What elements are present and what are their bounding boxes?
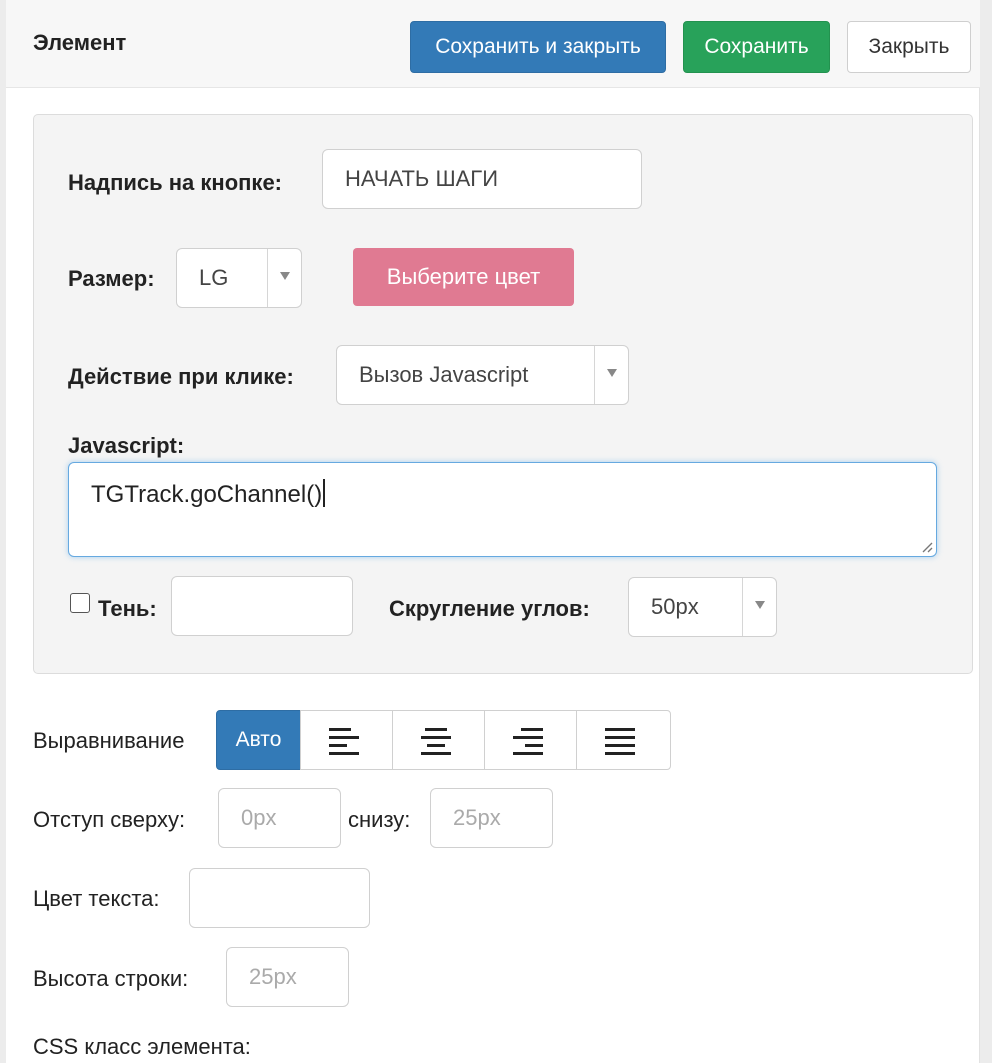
- margin-bottom-label: снизу:: [348, 807, 411, 832]
- element-editor-panel: Элемент Сохранить и закрыть Сохранить За…: [6, 0, 980, 1063]
- corner-radius-select[interactable]: 50px: [628, 577, 777, 637]
- align-center-icon: [421, 728, 451, 755]
- size-label: Размер:: [68, 266, 155, 291]
- resize-handle-icon[interactable]: [921, 541, 933, 553]
- click-action-select-value: Вызов Javascript: [359, 362, 529, 387]
- chevron-down-icon: [594, 346, 628, 404]
- choose-color-button[interactable]: Выберите цвет: [353, 248, 574, 306]
- button-text-input[interactable]: НАЧАТЬ ШАГИ: [322, 149, 642, 209]
- margin-top-input[interactable]: 0px: [218, 788, 341, 848]
- shadow-checkbox[interactable]: [70, 593, 90, 613]
- chevron-down-icon: [267, 249, 301, 307]
- text-color-label: Цвет текста:: [33, 886, 160, 911]
- javascript-code: TGTrack.goChannel(): [91, 481, 323, 508]
- size-select[interactable]: LG: [176, 248, 302, 308]
- align-justify-button[interactable]: [576, 710, 671, 770]
- text-cursor: [323, 479, 325, 507]
- editor-header: Элемент Сохранить и закрыть Сохранить За…: [6, 0, 980, 88]
- align-justify-icon: [605, 728, 635, 755]
- javascript-textarea[interactable]: TGTrack.goChannel(): [68, 462, 937, 557]
- size-select-value: LG: [199, 265, 229, 290]
- shadow-label: Тень:: [98, 596, 157, 621]
- line-height-label: Высота строки:: [33, 966, 189, 991]
- text-color-input[interactable]: [189, 868, 370, 928]
- align-auto-button[interactable]: Авто: [216, 710, 301, 770]
- css-class-label: CSS класс элемента:: [33, 1034, 251, 1059]
- button-text-label: Надпись на кнопке:: [68, 170, 283, 195]
- align-right-icon: [513, 728, 543, 755]
- shadow-input[interactable]: [171, 576, 353, 636]
- align-left-button[interactable]: [300, 710, 393, 770]
- click-action-select[interactable]: Вызов Javascript: [336, 345, 629, 405]
- align-left-icon: [329, 728, 359, 755]
- corner-radius-label: Скругление углов:: [389, 596, 590, 621]
- close-button[interactable]: Закрыть: [847, 21, 971, 73]
- editor-title: Элемент: [33, 30, 127, 55]
- align-center-button[interactable]: [392, 710, 485, 770]
- save-and-close-button[interactable]: Сохранить и закрыть: [410, 21, 666, 73]
- margin-top-label: Отступ сверху:: [33, 807, 186, 832]
- button-settings-box: Надпись на кнопке: НАЧАТЬ ШАГИ Размер: L…: [33, 114, 973, 674]
- chevron-down-icon: [742, 578, 776, 636]
- line-height-input[interactable]: 25px: [226, 947, 349, 1007]
- corner-radius-select-value: 50px: [651, 594, 699, 619]
- alignment-label: Выравнивание: [33, 728, 185, 753]
- click-action-label: Действие при клике:: [68, 364, 294, 389]
- javascript-label: Javascript:: [68, 433, 185, 458]
- align-right-button[interactable]: [484, 710, 577, 770]
- save-button[interactable]: Сохранить: [683, 21, 830, 73]
- margin-bottom-input[interactable]: 25px: [430, 788, 553, 848]
